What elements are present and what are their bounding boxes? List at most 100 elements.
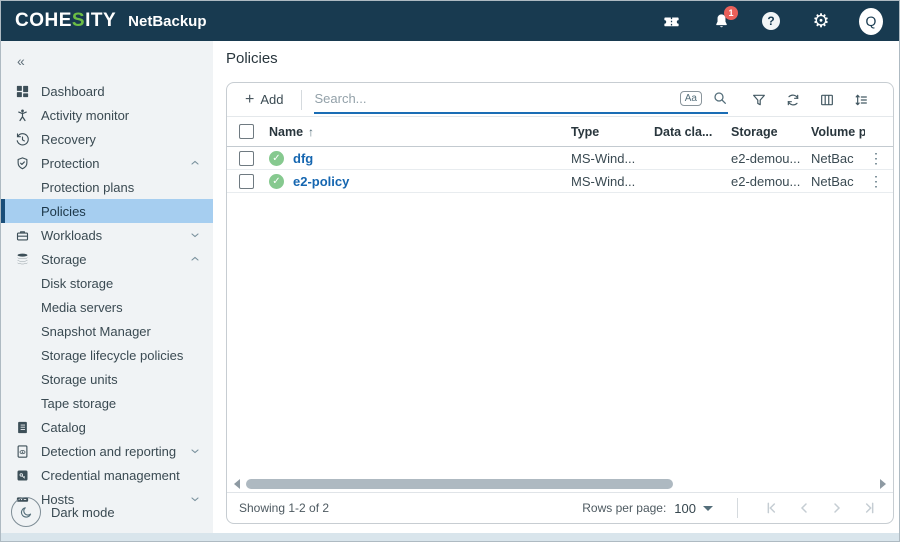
footer-divider: [737, 498, 738, 518]
sidebar-nav: « Dashboard Activity monitor Recovery Pr…: [1, 41, 213, 533]
add-policy-button[interactable]: + Add: [239, 88, 289, 112]
rows-per-page-select[interactable]: 100: [674, 501, 713, 516]
sidebar-item-disk-storage[interactable]: Disk storage: [1, 271, 213, 295]
cell-type: MS-Wind...: [571, 151, 654, 166]
showing-count-text: Showing 1-2 of 2: [239, 501, 329, 515]
workloads-briefcase-icon: [15, 227, 31, 243]
sidebar-item-credential-management[interactable]: Credential management: [1, 463, 213, 487]
row-checkbox[interactable]: [239, 174, 254, 189]
brand-text: ITY: [85, 10, 116, 32]
table-toolbar: + Add Aa: [227, 83, 893, 117]
column-header-name[interactable]: Name: [269, 125, 303, 139]
horizontal-scrollbar: [227, 476, 893, 492]
table-header-row: Name ↑ Type Data cla... Storage Volume p: [227, 117, 893, 147]
cell-volume-pool: NetBac: [811, 151, 865, 166]
row-density-icon[interactable]: [852, 91, 869, 108]
search-field: Aa: [314, 86, 728, 114]
sidebar-item-storage[interactable]: Storage: [1, 247, 213, 271]
chevron-up-icon: [189, 253, 201, 265]
scroll-left-arrow[interactable]: [234, 479, 240, 489]
rows-per-page-label: Rows per page:: [582, 501, 666, 515]
search-input[interactable]: [314, 91, 679, 106]
sidebar-item-storage-units[interactable]: Storage units: [1, 367, 213, 391]
protection-shield-icon: [15, 155, 31, 171]
ticket-icon[interactable]: [659, 9, 683, 33]
column-header-type[interactable]: Type: [571, 125, 654, 139]
previous-page-button[interactable]: [795, 499, 813, 517]
toolbar-divider: [301, 90, 302, 110]
chevron-down-icon: [189, 229, 201, 241]
moon-icon: [11, 497, 41, 527]
policy-link[interactable]: e2-policy: [293, 174, 349, 189]
cell-volume-pool: NetBac: [811, 174, 865, 189]
policies-table-card: + Add Aa: [226, 82, 894, 524]
app-window: COHESITY NetBackup 1 ? ⚙ Q «: [0, 0, 900, 542]
product-name: NetBackup: [128, 13, 206, 30]
match-case-toggle[interactable]: Aa: [680, 91, 702, 106]
credential-key-icon: [15, 467, 31, 483]
dashboard-icon: [15, 83, 31, 99]
sidebar-item-tape-storage[interactable]: Tape storage: [1, 391, 213, 415]
cell-type: MS-Wind...: [571, 174, 654, 189]
sidebar-item-detection-and-reporting[interactable]: Detection and reporting: [1, 439, 213, 463]
select-all-checkbox[interactable]: [239, 124, 254, 139]
sidebar-item-protection[interactable]: Protection: [1, 151, 213, 175]
cohesity-logo: COHESITY: [15, 10, 116, 32]
sidebar-item-snapshot-manager[interactable]: Snapshot Manager: [1, 319, 213, 343]
activity-monitor-icon: [15, 107, 31, 123]
chevron-down-icon: [189, 493, 201, 505]
sidebar-item-media-servers[interactable]: Media servers: [1, 295, 213, 319]
refresh-icon[interactable]: [784, 91, 801, 108]
brand-text: COHE: [15, 10, 72, 32]
columns-icon[interactable]: [818, 91, 835, 108]
main-content: Policies + Add Aa: [213, 41, 899, 533]
plus-icon: +: [245, 92, 254, 108]
scroll-right-arrow[interactable]: [880, 479, 886, 489]
recovery-history-icon: [15, 131, 31, 147]
page-title: Policies: [226, 50, 894, 70]
row-actions-kebab-icon[interactable]: ⋮: [865, 173, 887, 190]
notification-badge: 1: [724, 6, 738, 20]
table-row: ✓ e2-policy MS-Wind... e2-demou... NetBa…: [227, 170, 893, 193]
row-checkbox[interactable]: [239, 151, 254, 166]
brand-text-green-s: S: [72, 10, 85, 32]
chevron-up-icon: [189, 157, 201, 169]
sidebar-item-dashboard[interactable]: Dashboard: [1, 79, 213, 103]
column-header-volume-pool[interactable]: Volume p: [811, 125, 865, 139]
search-icon[interactable]: [712, 90, 728, 106]
filter-icon[interactable]: [750, 91, 767, 108]
sort-ascending-icon[interactable]: ↑: [308, 125, 314, 139]
next-page-button[interactable]: [828, 499, 846, 517]
notifications-bell-icon[interactable]: 1: [709, 9, 733, 33]
sidebar-item-recovery[interactable]: Recovery: [1, 127, 213, 151]
settings-gear-icon[interactable]: ⚙: [809, 9, 833, 33]
scrollbar-track[interactable]: [246, 479, 874, 489]
table-row: ✓ dfg MS-Wind... e2-demou... NetBac ⋮: [227, 147, 893, 170]
collapse-sidebar-icon[interactable]: «: [17, 53, 37, 69]
caret-down-icon: [703, 506, 713, 511]
cell-storage: e2-demou...: [731, 174, 811, 189]
first-page-button[interactable]: [762, 499, 780, 517]
cell-storage: e2-demou...: [731, 151, 811, 166]
scrollbar-thumb[interactable]: [246, 479, 673, 489]
row-actions-kebab-icon[interactable]: ⋮: [865, 150, 887, 167]
sidebar-item-storage-lifecycle-policies[interactable]: Storage lifecycle policies: [1, 343, 213, 367]
chevron-down-icon: [189, 445, 201, 457]
account-avatar[interactable]: Q: [859, 9, 883, 33]
status-ok-icon: ✓: [269, 151, 284, 166]
top-bar: COHESITY NetBackup 1 ? ⚙ Q: [1, 1, 899, 41]
sidebar-item-policies[interactable]: Policies: [1, 199, 213, 223]
window-bottom-strip: [1, 533, 899, 541]
help-icon[interactable]: ?: [759, 9, 783, 33]
storage-disks-icon: [15, 251, 31, 267]
dark-mode-toggle[interactable]: Dark mode: [11, 497, 115, 527]
sidebar-item-workloads[interactable]: Workloads: [1, 223, 213, 247]
sidebar-item-catalog[interactable]: Catalog: [1, 415, 213, 439]
sidebar-item-protection-plans[interactable]: Protection plans: [1, 175, 213, 199]
catalog-book-icon: [15, 419, 31, 435]
column-header-data-classification[interactable]: Data cla...: [654, 125, 731, 139]
sidebar-item-activity-monitor[interactable]: Activity monitor: [1, 103, 213, 127]
policy-link[interactable]: dfg: [293, 151, 313, 166]
last-page-button[interactable]: [861, 499, 879, 517]
column-header-storage[interactable]: Storage: [731, 125, 811, 139]
